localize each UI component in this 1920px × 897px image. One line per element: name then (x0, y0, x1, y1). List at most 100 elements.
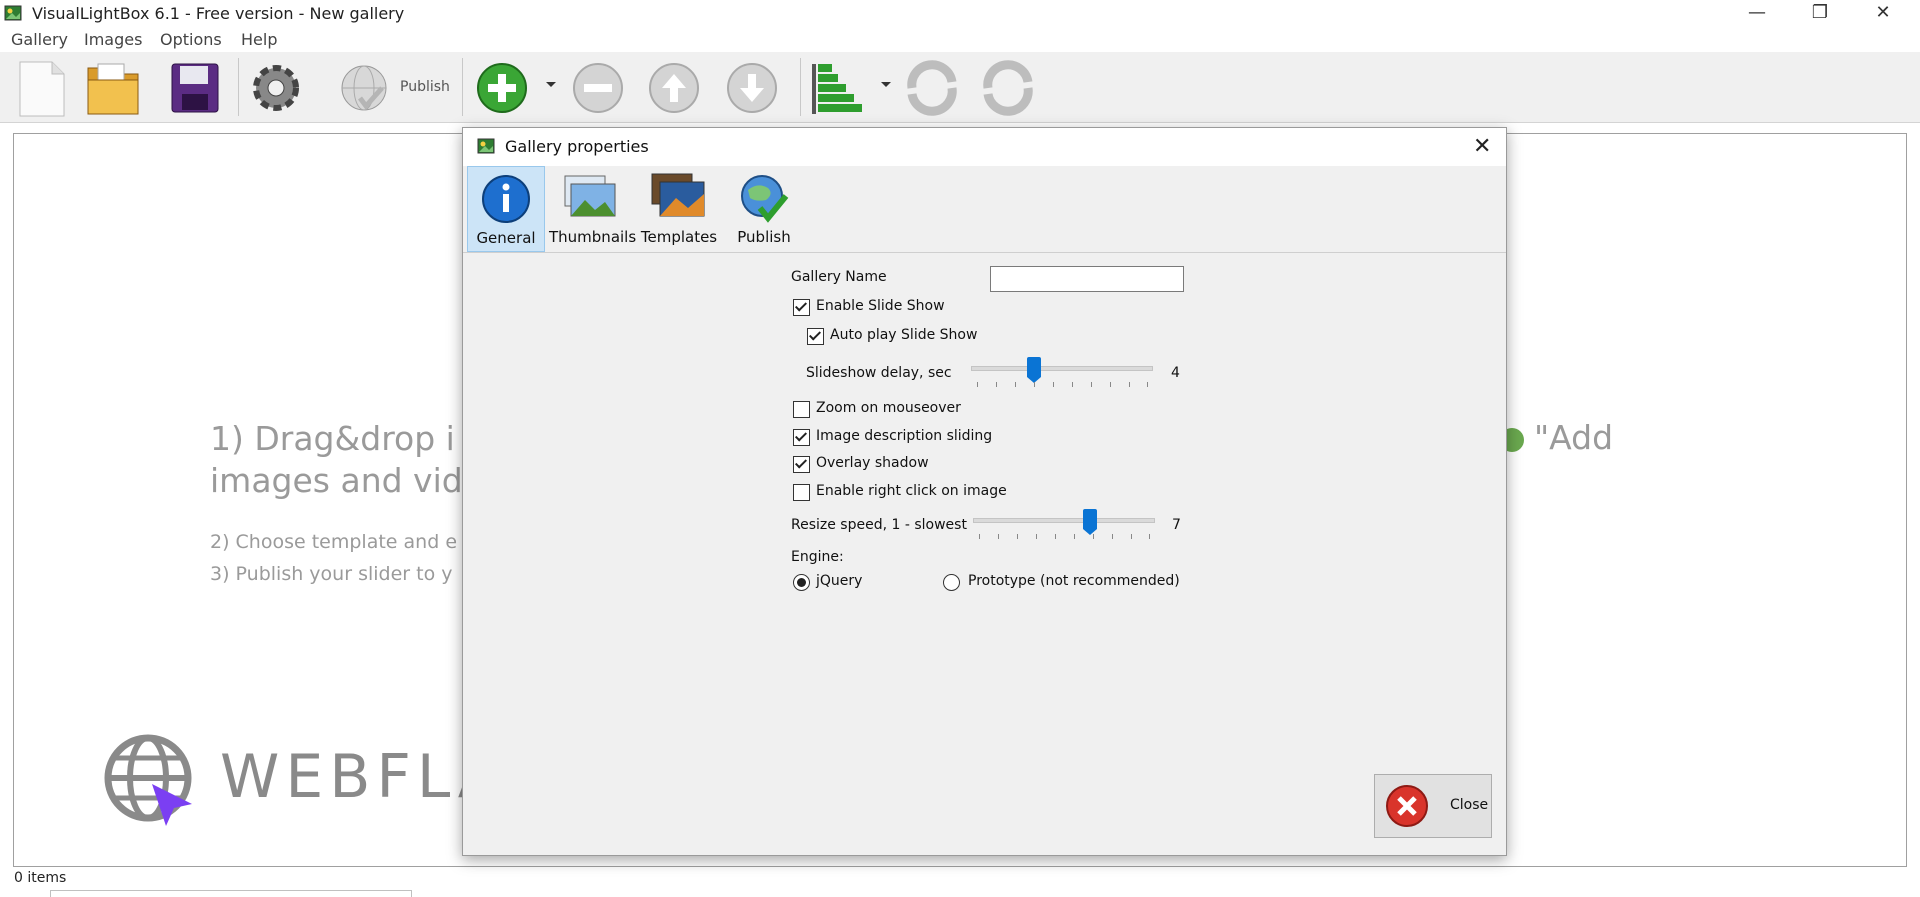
templates-icon (651, 173, 705, 217)
slider-tick (1147, 382, 1148, 387)
status-items-count: 0 items (14, 870, 67, 886)
restore-icon[interactable]: ❐ (1790, 0, 1850, 28)
slider-tick (1093, 534, 1094, 539)
autoplay-label: Auto play Slide Show (830, 327, 978, 343)
right-click-checkbox[interactable] (793, 484, 810, 501)
publish-button-label[interactable]: Publish (400, 79, 450, 95)
slideshow-delay-label: Slideshow delay, sec (806, 365, 952, 381)
slider-tick (1129, 382, 1130, 387)
slider-tick (979, 534, 980, 539)
instruction-step3: 3) Publish your slider to y (210, 563, 453, 585)
slider-tick (977, 382, 978, 387)
enable-slideshow-label: Enable Slide Show (816, 298, 945, 314)
resize-speed-thumb[interactable] (1083, 509, 1097, 535)
toolbar-separator (800, 58, 801, 116)
dialog-app-icon (477, 138, 495, 154)
right-click-label: Enable right click on image (816, 483, 1007, 499)
new-document-icon[interactable] (12, 58, 72, 118)
menu-images[interactable]: Images (84, 30, 142, 49)
rotate-right-icon[interactable] (978, 58, 1038, 118)
slider-tick (1131, 534, 1132, 539)
resize-speed-label: Resize speed, 1 - slowest (791, 517, 967, 533)
tab-publish-label: Publish (737, 228, 791, 246)
tab-templates[interactable]: Templates (637, 166, 721, 250)
move-up-icon[interactable] (644, 58, 704, 118)
menu-bar: Gallery Images Options Help (0, 28, 1920, 52)
slider-tick (1091, 382, 1092, 387)
gallery-name-input[interactable] (990, 266, 1184, 292)
tab-publish[interactable]: Publish (729, 166, 799, 250)
tab-thumbnails[interactable]: Thumbnails (549, 166, 637, 250)
slideshow-delay-thumb[interactable] (1027, 357, 1041, 383)
tab-thumbnails-label: Thumbnails (549, 228, 637, 246)
rotate-left-icon[interactable] (902, 58, 962, 118)
dialog-close-icon[interactable]: ✕ (1473, 134, 1491, 159)
minimize-icon[interactable]: — (1727, 0, 1787, 28)
thumbnails-icon (564, 175, 616, 217)
instruction-tail-text: "Add (1534, 418, 1614, 457)
instruction-steps: 2) Choose template and e 3) Publish your… (210, 526, 457, 590)
overlay-shadow-checkbox[interactable] (793, 456, 810, 473)
zoom-mouseover-label: Zoom on mouseover (816, 400, 961, 416)
close-icon[interactable]: ✕ (1853, 0, 1913, 28)
webflat-logo (104, 734, 192, 826)
enable-slideshow-checkbox[interactable] (793, 299, 810, 316)
close-button-label: Close (1450, 797, 1489, 813)
remove-image-icon[interactable] (568, 58, 628, 118)
tab-general-label: General (476, 229, 536, 247)
resize-speed-value: 7 (1172, 517, 1181, 533)
slider-tick (1149, 534, 1150, 539)
tab-general[interactable]: General (467, 166, 545, 252)
slider-tick (1034, 382, 1035, 387)
save-disk-icon[interactable] (164, 58, 224, 118)
move-down-icon[interactable] (722, 58, 782, 118)
dialog-title-bar: Gallery properties ✕ (463, 128, 1506, 166)
instruction-step1-tail: "Add (1500, 418, 1613, 457)
open-folder-icon[interactable] (84, 58, 144, 118)
resize-speed-slider[interactable] (973, 518, 1155, 523)
globe-check-icon (741, 175, 789, 223)
instruction-step1: 1) Drag&drop i images and vid (210, 418, 463, 502)
slider-tick (1072, 382, 1073, 387)
instruction-step1-line2: images and vid (210, 461, 463, 500)
slideshow-delay-slider[interactable] (971, 366, 1153, 371)
dialog-title: Gallery properties (505, 137, 649, 156)
gallery-properties-dialog: Gallery properties ✕ General Thumbnails (462, 127, 1507, 856)
sort-bars-icon[interactable] (808, 58, 868, 118)
title-bar: VisualLightBox 6.1 - Free version - New … (0, 0, 1920, 28)
publish-globe-icon[interactable] (334, 58, 394, 118)
slider-tick (998, 534, 999, 539)
desc-sliding-label: Image description sliding (816, 428, 993, 444)
slider-tick (1074, 534, 1075, 539)
gallery-name-label: Gallery Name (791, 269, 887, 285)
close-x-icon (1386, 785, 1428, 827)
add-dropdown-icon[interactable] (546, 82, 556, 87)
engine-prototype-radio[interactable] (943, 574, 960, 591)
menu-gallery[interactable]: Gallery (11, 30, 68, 49)
menu-options[interactable]: Options (160, 30, 222, 49)
toolbar-separator (462, 58, 463, 116)
desc-sliding-checkbox[interactable] (793, 429, 810, 446)
autoplay-checkbox[interactable] (807, 328, 824, 345)
slider-tick (1017, 534, 1018, 539)
slider-tick (1112, 534, 1113, 539)
settings-gear-icon[interactable] (246, 58, 306, 118)
add-image-icon[interactable] (472, 58, 532, 118)
engine-label: Engine: (791, 549, 844, 565)
menu-help[interactable]: Help (241, 30, 277, 49)
close-button[interactable]: Close (1374, 774, 1492, 838)
sort-dropdown-icon[interactable] (881, 82, 891, 87)
slideshow-delay-value: 4 (1171, 365, 1180, 381)
toolbar-separator (238, 58, 239, 116)
slider-tick (996, 382, 997, 387)
slider-tick (1036, 534, 1037, 539)
zoom-mouseover-checkbox[interactable] (793, 401, 810, 418)
instruction-step2: 2) Choose template and e (210, 531, 458, 553)
slider-tick (1110, 382, 1111, 387)
engine-prototype-label: Prototype (not recommended) (968, 573, 1180, 589)
info-icon (482, 175, 530, 223)
slider-tick (1055, 534, 1056, 539)
app-icon (4, 5, 22, 21)
overlay-shadow-label: Overlay shadow (816, 455, 929, 471)
engine-jquery-radio[interactable] (793, 574, 810, 591)
